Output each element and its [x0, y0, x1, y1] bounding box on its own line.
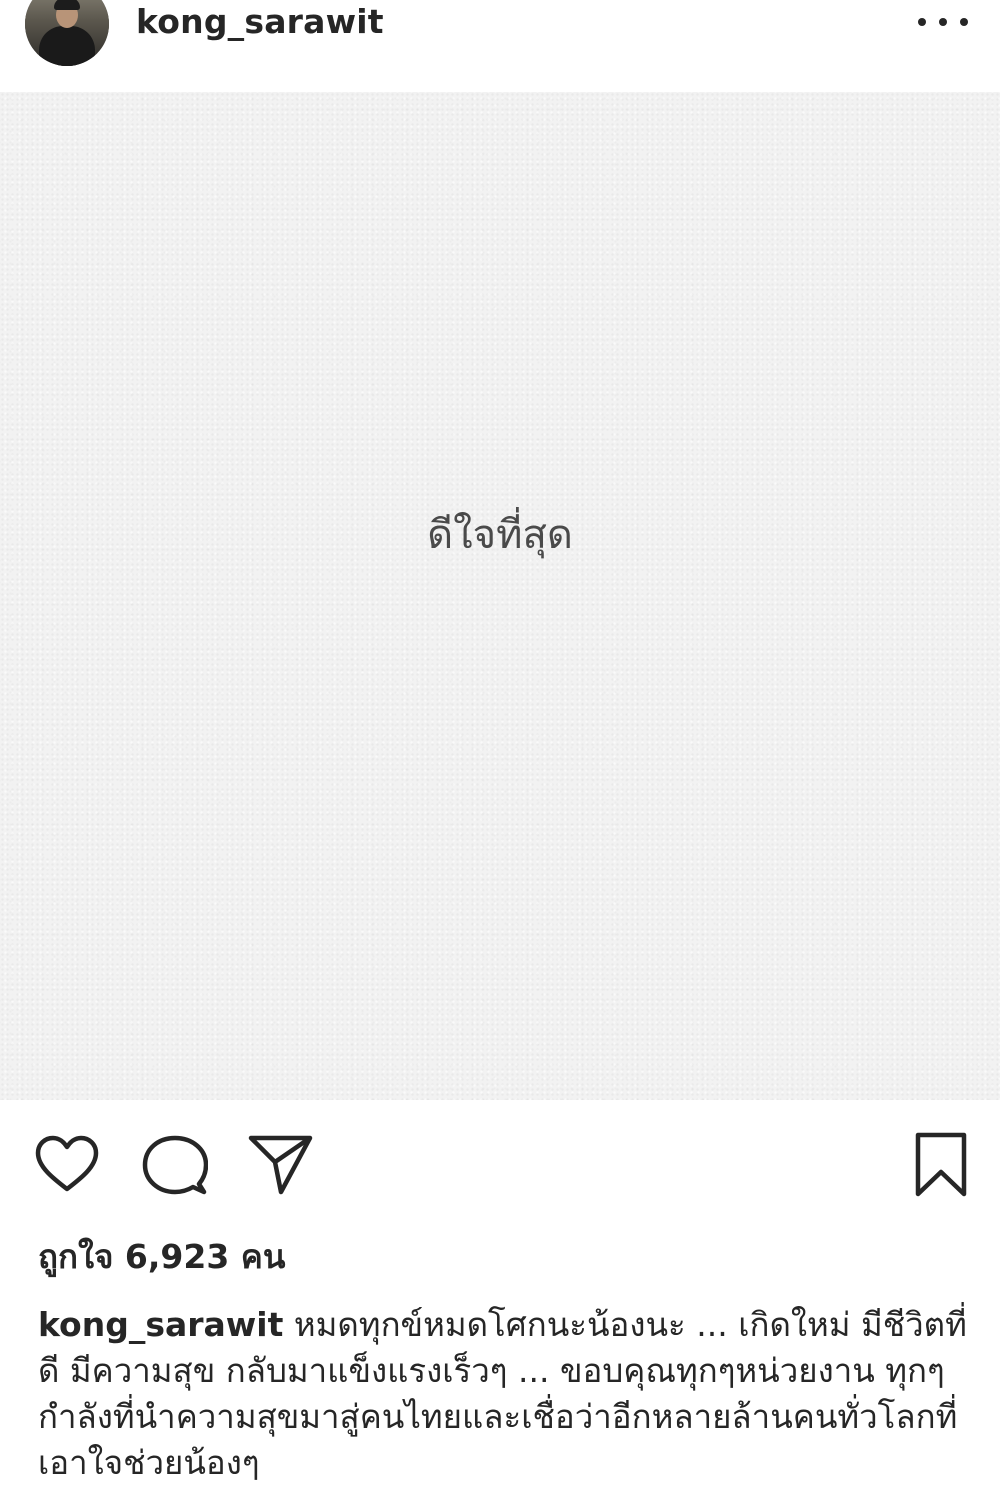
likes-count[interactable]: ถูกใจ 6,923 คน	[38, 1232, 285, 1282]
post-username[interactable]: kong_sarawit	[136, 0, 384, 44]
more-dot	[960, 18, 968, 26]
more-dot	[939, 18, 947, 26]
bookmark-icon[interactable]	[914, 1132, 968, 1198]
post-image-text: ดีใจที่สุด	[427, 512, 573, 558]
comment-icon[interactable]	[142, 1134, 208, 1196]
post-caption: kong_sarawit หมดทุกข์หมดโศกนะน้องนะ ... …	[38, 1302, 973, 1486]
post-header: kong_sarawit	[0, 0, 1000, 92]
send-icon[interactable]	[248, 1132, 314, 1196]
avatar[interactable]	[25, 0, 109, 66]
action-bar	[0, 1100, 1000, 1225]
more-options-icon[interactable]	[918, 10, 968, 34]
caption-username[interactable]: kong_sarawit	[38, 1305, 283, 1344]
avatar-body	[39, 26, 95, 66]
more-dot	[918, 18, 926, 26]
avatar-hat	[54, 0, 80, 10]
post-image[interactable]: ดีใจที่สุด	[0, 92, 1000, 1100]
heart-icon[interactable]	[34, 1134, 100, 1194]
